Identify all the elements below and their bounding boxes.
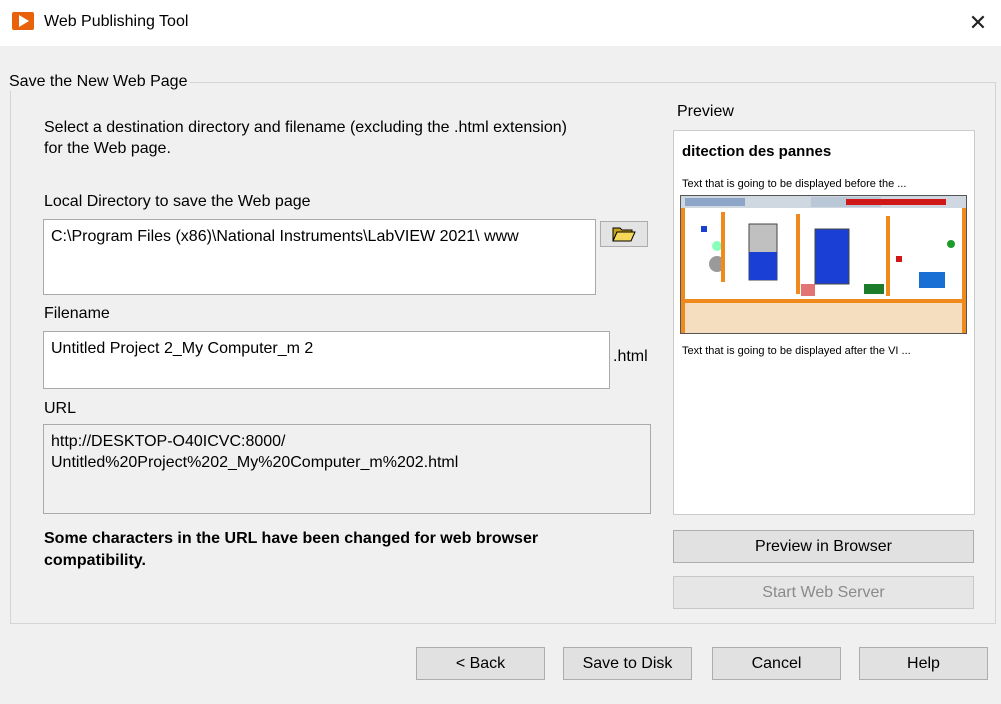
title-bar: Web Publishing Tool ✕ <box>0 0 1001 46</box>
preview-panel: ditection des pannes Text that is going … <box>673 130 975 515</box>
browse-folder-button[interactable] <box>600 221 648 247</box>
preview-in-browser-button[interactable]: Preview in Browser <box>673 530 974 563</box>
preview-text-after: Text that is going to be displayed after… <box>682 345 911 357</box>
window-title: Web Publishing Tool <box>44 13 189 30</box>
process-diagram-image <box>681 196 966 333</box>
local-directory-label: Local Directory to save the Web page <box>44 193 311 210</box>
url-warning-text: Some characters in the URL have been cha… <box>44 530 539 569</box>
preview-text-before: Text that is going to be displayed befor… <box>682 178 907 190</box>
back-button[interactable]: < Back <box>416 647 545 680</box>
start-web-server-button[interactable]: Start Web Server <box>673 576 974 609</box>
save-to-disk-button[interactable]: Save to Disk <box>563 647 692 680</box>
help-button[interactable]: Help <box>859 647 988 680</box>
labview-app-icon <box>12 12 34 30</box>
folder-open-icon <box>612 227 636 242</box>
filename-label: Filename <box>44 305 110 322</box>
url-field: http://DESKTOP-O40ICVC:8000/ Untitled%20… <box>43 424 651 514</box>
cancel-button[interactable]: Cancel <box>712 647 841 680</box>
url-label: URL <box>44 400 77 417</box>
preview-page-title: ditection des pannes <box>682 143 832 160</box>
preview-label: Preview <box>677 103 734 120</box>
instructions-text: Select a destination directory and filen… <box>44 119 567 157</box>
vi-front-panel-thumbnail <box>680 195 967 334</box>
close-button[interactable]: ✕ <box>955 0 1001 46</box>
filename-extension: .html <box>613 348 648 365</box>
filename-input[interactable]: Untitled Project 2_My Computer_m 2 <box>43 331 610 389</box>
local-directory-field[interactable]: C:\Program Files (x86)\National Instrume… <box>43 219 596 295</box>
group-legend: Save the New Web Page <box>9 73 191 91</box>
